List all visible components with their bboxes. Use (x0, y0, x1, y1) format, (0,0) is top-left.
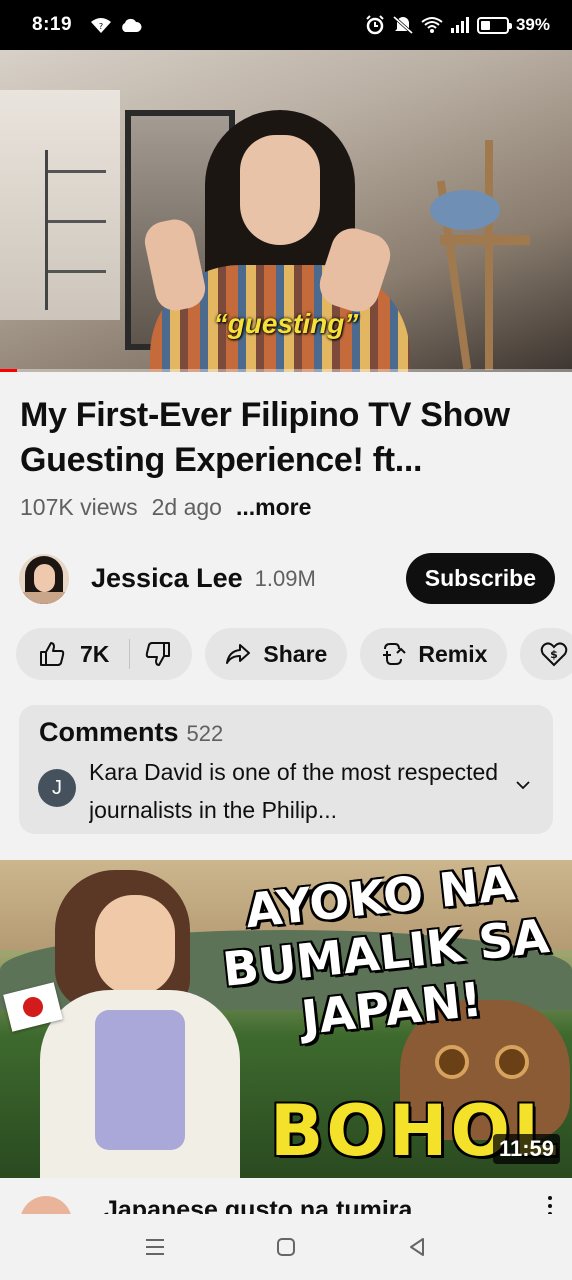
video-title[interactable]: My First-Ever Filipino TV Show Guesting … (20, 393, 560, 483)
svg-text:?: ? (99, 22, 103, 31)
battery-percent: 39% (515, 15, 550, 34)
next-video-row[interactable]: Japanese gusto na tumira (0, 1178, 572, 1214)
action-row: 7K Share Remix $ (16, 628, 572, 680)
more-options-icon[interactable] (548, 1196, 554, 1214)
more-link[interactable]: ...more (236, 494, 311, 521)
share-button[interactable]: Share (205, 628, 348, 680)
share-label: Share (263, 640, 328, 667)
like-dislike-pill: 7K (16, 628, 193, 680)
status-time: 8:19 (32, 14, 73, 35)
svg-text:$: $ (551, 648, 559, 661)
mute-icon (392, 15, 413, 35)
subscribe-button[interactable]: Subscribe (405, 553, 555, 604)
comments-card[interactable]: Comments 522 J Kara David is one of the … (19, 705, 553, 834)
avatar[interactable] (20, 1196, 72, 1214)
remix-label: Remix (418, 640, 488, 667)
cloud-icon (122, 18, 142, 32)
commenter-avatar: J (38, 769, 76, 807)
avatar[interactable] (19, 553, 69, 604)
channel-name[interactable]: Jessica Lee (91, 563, 243, 594)
channel-row: Jessica Lee 1.09M Subscribe (19, 551, 555, 606)
thumbs-down-icon[interactable] (144, 640, 172, 668)
view-count: 107K views (20, 494, 138, 520)
video-player[interactable]: “guesting” (0, 50, 572, 372)
remix-button[interactable]: Remix (360, 628, 508, 680)
battery-icon (476, 16, 512, 34)
divider (129, 639, 131, 669)
top-comment: Kara David is one of the most respected … (89, 759, 499, 823)
wifi-icon (421, 17, 443, 33)
progress-played (0, 369, 18, 372)
shelf (45, 150, 106, 310)
system-nav-bar (0, 1214, 572, 1280)
menu-icon[interactable] (144, 1236, 166, 1258)
next-video-thumbnail[interactable]: AYOKO NA BUMALIK SA JAPAN! BOHOL 11:59 (0, 860, 572, 1178)
signal-icon (450, 17, 469, 33)
like-count[interactable]: 7K (80, 641, 109, 668)
back-icon[interactable] (406, 1236, 428, 1258)
video-meta[interactable]: 107K views 2d ago ...more (20, 494, 311, 521)
comments-label: Comments (39, 717, 179, 747)
progress-bar[interactable] (0, 369, 572, 372)
wifi-question-icon: ? (91, 18, 112, 33)
alarm-icon (366, 15, 384, 35)
next-video-title[interactable]: Japanese gusto na tumira (104, 1196, 412, 1214)
subscriber-count: 1.09M (254, 565, 316, 591)
video-caption: “guesting” (213, 308, 359, 339)
upload-age: 2d ago (151, 494, 222, 520)
home-icon[interactable] (275, 1236, 297, 1258)
remix-icon (383, 643, 407, 665)
thanks-button[interactable]: $ (520, 628, 572, 680)
chevron-down-icon[interactable] (515, 780, 531, 790)
share-icon (226, 644, 251, 664)
thumbs-up-icon[interactable] (38, 640, 66, 668)
thanks-icon: $ (541, 642, 568, 667)
status-bar: 8:19 ? 39% (0, 0, 572, 50)
video-duration: 11:59 (492, 1134, 560, 1164)
comments-count: 522 (186, 721, 224, 746)
